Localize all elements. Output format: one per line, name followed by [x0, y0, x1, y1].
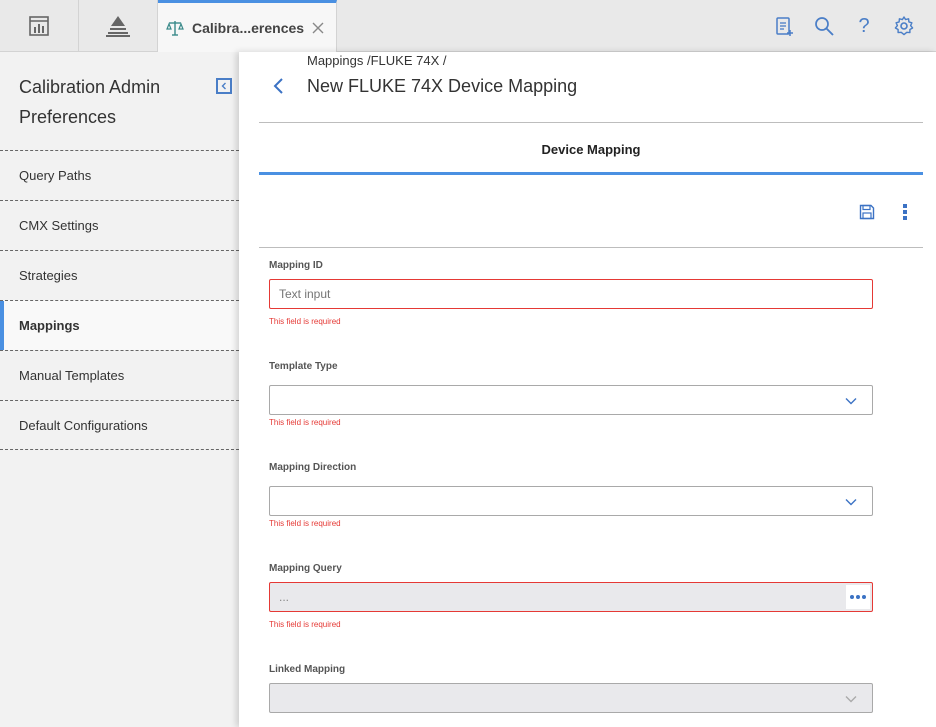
scale-icon	[166, 21, 184, 36]
mapping-query-value: ...	[279, 590, 290, 604]
mapping-direction-select[interactable]	[269, 486, 873, 516]
sidebar-nav: Query Paths CMX Settings Strategies Mapp…	[0, 150, 239, 450]
sidebar-item-manual-templates[interactable]: Manual Templates	[0, 350, 239, 400]
mapping-query-field[interactable]: ...	[269, 582, 873, 612]
clipboard-add-icon[interactable]	[772, 14, 796, 38]
back-button[interactable]	[269, 76, 289, 96]
mapping-id-input[interactable]	[269, 279, 873, 309]
divider	[259, 122, 923, 123]
top-bar: Calibra...erences ?	[0, 0, 936, 53]
mapping-query-label: Mapping Query	[269, 563, 342, 574]
chevron-down-icon	[845, 499, 857, 506]
linked-mapping-label: Linked Mapping	[269, 664, 346, 675]
sidebar-item-label: Query Paths	[19, 168, 92, 183]
tab-label: Calibra...erences	[192, 20, 305, 36]
sidebar-item-query-paths[interactable]: Query Paths	[0, 150, 239, 200]
collapse-sidebar-button[interactable]	[216, 78, 232, 94]
mapping-direction-label: Mapping Direction	[269, 462, 357, 473]
tab-device-mapping[interactable]: Device Mapping	[259, 142, 923, 157]
chevron-down-icon	[845, 398, 857, 405]
sidebar-item-label: Strategies	[19, 268, 78, 283]
help-icon[interactable]: ?	[852, 14, 876, 38]
mapping-query-error: This field is required	[269, 620, 341, 629]
more-options-icon[interactable]	[899, 203, 911, 221]
sidebar-item-cmx-settings[interactable]: CMX Settings	[0, 200, 239, 250]
sidebar-item-label: Manual Templates	[19, 368, 125, 383]
template-type-label: Template Type	[269, 361, 338, 372]
mapping-direction-error: This field is required	[269, 519, 341, 528]
dashboard-button[interactable]	[0, 0, 79, 52]
sidebar-item-label: Default Configurations	[19, 417, 148, 433]
dashboard-icon	[29, 16, 49, 36]
divider	[259, 247, 923, 248]
sidebar-item-label: CMX Settings	[19, 218, 99, 233]
sidebar-title: Calibration Admin Preferences	[19, 77, 161, 127]
search-icon[interactable]	[812, 14, 836, 38]
page-title: New FLUKE 74X Device Mapping	[307, 76, 578, 96]
mapping-id-error: This field is required	[269, 317, 341, 326]
template-type-error: This field is required	[269, 418, 341, 427]
chevron-left-icon	[221, 82, 226, 90]
mapping-id-label: Mapping ID	[269, 260, 323, 271]
sidebar: Calibration Admin Preferences Query Path…	[0, 52, 239, 727]
tab-calibration-admin-preferences[interactable]: Calibra...erences	[158, 0, 337, 53]
active-tab-indicator	[259, 172, 923, 175]
main-panel: Mappings /FLUKE 74X / New FLUKE 74X Devi…	[239, 52, 936, 727]
sidebar-item-default-configurations[interactable]: Default Configurations	[0, 400, 239, 450]
chevron-left-icon	[273, 78, 283, 94]
sidebar-item-label: Mappings	[19, 318, 80, 333]
chevron-down-icon	[845, 696, 857, 703]
close-icon[interactable]	[310, 20, 326, 36]
sidebar-item-mappings[interactable]: Mappings	[0, 300, 239, 350]
pyramid-icon	[106, 16, 130, 37]
breadcrumb[interactable]: Mappings /FLUKE 74X /	[307, 53, 446, 68]
pyramid-button[interactable]	[79, 0, 158, 52]
template-type-select[interactable]	[269, 385, 873, 415]
linked-mapping-select[interactable]	[269, 683, 873, 713]
gear-icon[interactable]	[892, 14, 916, 38]
browse-query-button[interactable]	[846, 585, 870, 609]
save-icon[interactable]	[858, 203, 876, 221]
sidebar-item-strategies[interactable]: Strategies	[0, 250, 239, 300]
